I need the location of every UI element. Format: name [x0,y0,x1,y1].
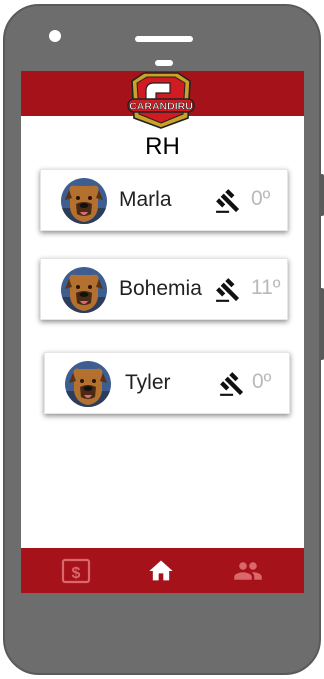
svg-text:$: $ [72,565,81,582]
auction-count: 0º [252,370,272,393]
page-title: RH [145,133,180,160]
avatar [61,267,107,313]
bottom-nav: $ [21,548,304,593]
app-screen: CARANDIRU RH Marla 0º Bohemia 11º Tyler … [21,71,304,593]
gavel-icon [216,189,240,213]
nav-finance[interactable]: $ [61,558,91,584]
front-camera [49,30,61,42]
people-icon [234,562,262,580]
gavel-icon [216,278,240,302]
auction-count: 0º [251,187,271,210]
nav-home[interactable] [146,558,176,584]
power-button [320,288,324,360]
svg-text:CARANDIRU: CARANDIRU [129,101,193,113]
dollar-icon: $ [61,558,91,584]
nav-people[interactable] [233,558,263,584]
employee-card[interactable]: Tyler 0º [44,352,290,414]
employee-card[interactable]: Marla 0º [40,169,288,231]
volume-button [320,174,324,216]
carandiru-logo: CARANDIRU [127,72,195,129]
employee-name: Tyler [125,371,171,394]
gavel-icon [220,372,244,396]
employee-name: Bohemia [119,277,202,300]
proximity-sensor [155,60,173,66]
employee-name: Marla [119,188,172,211]
avatar [61,178,107,224]
auction-count: 11º [251,276,281,299]
avatar [65,361,111,407]
home-icon [149,560,173,581]
employee-card[interactable]: Bohemia 11º [40,258,288,320]
earpiece-speaker [135,36,193,42]
